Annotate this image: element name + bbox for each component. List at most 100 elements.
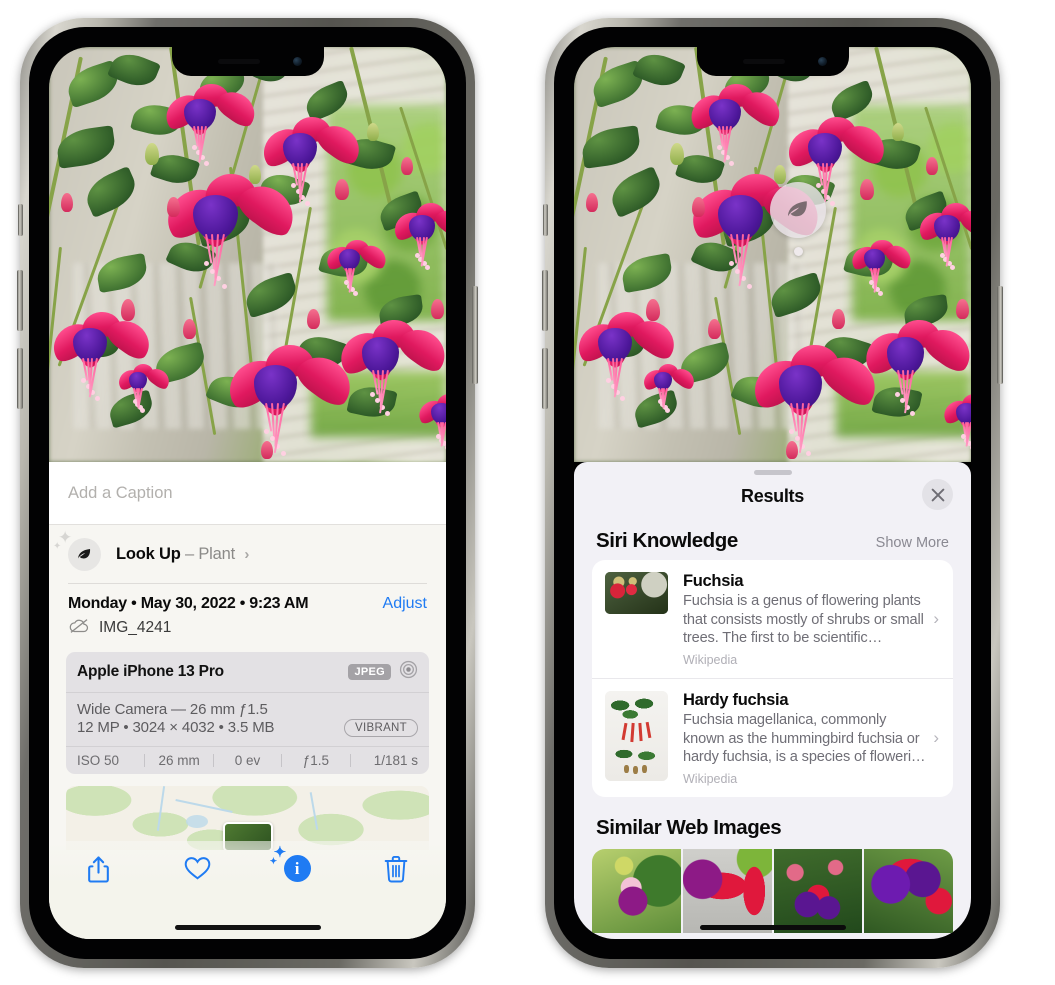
leaf-icon: ✦ ✦	[53, 529, 101, 571]
map-water	[185, 814, 208, 828]
photo-fuchsia-flower	[682, 76, 787, 171]
photo-foliage	[860, 179, 874, 200]
flower-anther	[605, 378, 611, 384]
web-image-thumb[interactable]	[592, 849, 681, 934]
front-camera	[817, 57, 827, 66]
photo-foliage	[786, 441, 798, 459]
caption-placeholder: Add a Caption	[68, 483, 173, 502]
show-more-button[interactable]: Show More	[876, 535, 949, 551]
camera-device-name: Apple iPhone 13 Pro	[77, 662, 224, 680]
photo-foliage	[586, 193, 598, 212]
list-item[interactable]: Hardy fuchsia Fuchsia magellanica, commo…	[592, 678, 953, 797]
flower-anther	[895, 392, 901, 397]
photo-fuchsia-flower	[216, 334, 361, 463]
similar-web-images-title: Similar Web Images	[596, 816, 782, 840]
power-button[interactable]	[997, 286, 1003, 384]
list-item[interactable]: Fuchsia Fuchsia is a genus of flowering …	[592, 560, 953, 678]
flower-anther	[728, 261, 734, 266]
notch	[171, 47, 324, 76]
result-source: Wikipedia	[683, 653, 738, 668]
home-indicator[interactable]	[174, 925, 321, 930]
flower-anther	[281, 450, 287, 456]
chevron-right-icon: ›	[244, 545, 250, 563]
flower-anther	[304, 200, 310, 206]
sparkle-small-icon: ✦	[269, 856, 278, 866]
visual-look-up-badge[interactable]	[770, 182, 826, 256]
photo-fuchsia-flower	[846, 234, 916, 297]
flower-anther	[94, 395, 100, 401]
volume-down-button[interactable]	[17, 348, 23, 409]
date-row: Monday • May 30, 2022 • 9:23 AM Adjust	[49, 584, 446, 613]
flower-anther	[829, 200, 835, 206]
flower-anther	[352, 290, 358, 296]
photo-foliage	[335, 179, 349, 200]
delete-button[interactable]	[347, 855, 446, 888]
volume-down-button[interactable]	[542, 348, 548, 409]
photo-info-panel: Add a Caption ✦ ✦ Look Up – Plant › Mond…	[49, 462, 446, 939]
photo-fuchsia-flower	[638, 359, 698, 413]
photo-viewer[interactable]	[49, 47, 446, 462]
look-up-subject: Plant	[198, 544, 235, 563]
photo-foliage	[431, 299, 444, 319]
flower-anther	[950, 265, 956, 271]
lens-line: Wide Camera — 26 mm ƒ1.5	[77, 700, 268, 718]
flower-anther	[746, 283, 752, 289]
volume-up-button[interactable]	[17, 270, 23, 331]
photo-foliage	[892, 123, 904, 141]
location-map[interactable]	[66, 785, 429, 850]
adjust-button[interactable]: Adjust	[383, 595, 427, 613]
photo-foliage	[692, 197, 705, 217]
result-thumbnail	[605, 691, 668, 782]
flower-anther	[203, 261, 209, 266]
exif-row: ISO 50 26 mm 0 ev ƒ1.5 1/181 s	[66, 745, 429, 774]
photo-fuchsia-flower	[938, 388, 971, 451]
cloud-slash-icon	[68, 618, 90, 639]
phone-left-screen: Add a Caption ✦ ✦ Look Up – Plant › Mond…	[49, 47, 446, 939]
flower-anther	[370, 392, 376, 397]
power-button[interactable]	[472, 286, 478, 384]
flower-anther	[716, 144, 722, 150]
photo-foliage	[926, 157, 938, 175]
mute-switch[interactable]	[543, 204, 548, 236]
close-button[interactable]	[922, 479, 953, 510]
exif-shutter: 1/181 s	[373, 752, 419, 768]
photo-foliage	[167, 197, 180, 217]
flower-anther	[665, 407, 670, 413]
flower-anther	[877, 290, 883, 296]
caption-field[interactable]: Add a Caption	[49, 462, 446, 525]
home-indicator[interactable]	[699, 925, 846, 930]
close-icon	[931, 488, 944, 501]
look-up-anchor-dot	[793, 247, 803, 256]
look-up-label: Look Up – Plant ›	[116, 545, 249, 564]
info-button[interactable]: ✦ ✦ i	[248, 846, 347, 882]
web-image-thumb[interactable]	[773, 849, 863, 934]
trash-icon	[384, 855, 408, 888]
exif-ev: 0 ev	[234, 752, 261, 768]
flower-corolla	[361, 337, 399, 375]
flower-corolla	[72, 327, 108, 363]
exif-aperture: ƒ1.5	[302, 752, 330, 768]
camera-info-card[interactable]: Apple iPhone 13 Pro JPEG Wide Camera — 2…	[66, 651, 429, 774]
web-image-thumb[interactable]	[864, 849, 953, 934]
camera-card-body: Wide Camera — 26 mm ƒ1.5 12 MP • 3024 × …	[66, 693, 429, 746]
flower-corolla	[282, 132, 318, 168]
flower-anther	[788, 429, 794, 435]
photo-foliage	[367, 123, 379, 141]
results-sheet: Results Siri Knowledge Show More Fuchsia…	[574, 462, 971, 939]
mute-switch[interactable]	[18, 204, 23, 236]
favorite-button[interactable]	[148, 855, 247, 886]
results-title: Results	[741, 485, 804, 506]
photo-fuchsia-flower	[113, 359, 173, 413]
flower-corolla	[807, 132, 843, 168]
phone-right-bezel: Results Siri Knowledge Show More Fuchsia…	[554, 27, 991, 959]
photo-viewer[interactable]	[574, 47, 971, 462]
result-source: Wikipedia	[683, 772, 738, 787]
share-button[interactable]	[49, 855, 148, 889]
photo-foliage	[646, 299, 660, 321]
photo-foliage	[670, 143, 684, 165]
result-description: Fuchsia is a genus of flowering plants t…	[683, 593, 924, 647]
volume-up-button[interactable]	[542, 270, 548, 331]
web-image-thumb[interactable]	[682, 849, 772, 934]
photo-fuchsia-flower	[321, 234, 391, 297]
look-up-row[interactable]: ✦ ✦ Look Up – Plant ›	[49, 525, 446, 583]
